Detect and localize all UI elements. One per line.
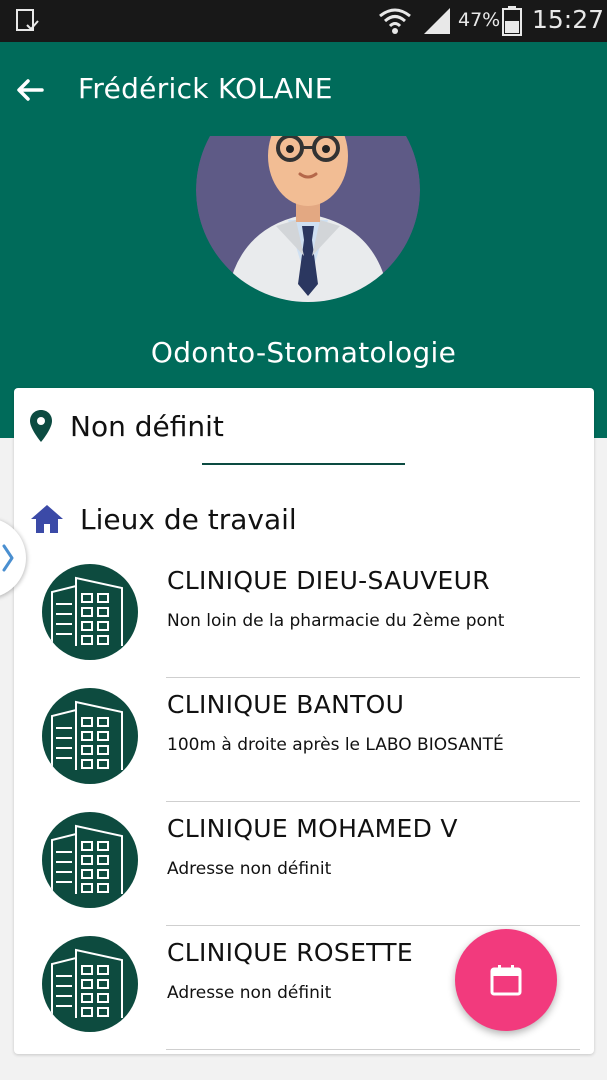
list-divider <box>166 1049 580 1050</box>
chevron-right-icon <box>2 544 14 572</box>
section-divider <box>202 463 405 465</box>
location-label: Non définit <box>70 410 224 443</box>
list-item[interactable]: CLINIQUE BANTOU 100m à droite après le L… <box>14 678 594 802</box>
building-icon <box>42 812 138 908</box>
workplace-address: Adresse non définit <box>167 983 332 1003</box>
list-item[interactable]: CLINIQUE DIEU-SAUVEUR Non loin de la pha… <box>14 554 594 678</box>
battery-percent: 47% <box>458 9 501 31</box>
workplace-name: CLINIQUE ROSETTE <box>167 938 413 967</box>
calendar-icon <box>490 965 522 996</box>
list-item[interactable]: CLINIQUE MOHAMED V Adresse non définit <box>14 802 594 926</box>
battery-icon <box>502 6 522 36</box>
clock: 15:27 <box>532 5 605 34</box>
map-pin-icon <box>30 410 52 442</box>
workplace-address: Non loin de la pharmacie du 2ème pont <box>167 611 505 631</box>
page-title: Frédérick KOLANE <box>78 72 333 105</box>
workplace-address: Adresse non définit <box>167 859 332 879</box>
workplace-name: CLINIQUE MOHAMED V <box>167 814 458 843</box>
notification-icon <box>16 9 39 31</box>
appointment-fab[interactable] <box>455 929 557 1031</box>
workplace-name: CLINIQUE DIEU-SAUVEUR <box>167 566 490 595</box>
workplace-address: 100m à droite après le LABO BIOSANTÉ <box>167 735 504 755</box>
doctor-avatar <box>196 136 420 302</box>
back-arrow-icon[interactable] <box>12 72 48 108</box>
wifi-icon <box>379 8 411 34</box>
building-icon <box>42 936 138 1032</box>
home-icon <box>31 505 63 533</box>
workplaces-heading: Lieux de travail <box>80 503 297 536</box>
building-icon <box>42 564 138 660</box>
specialty-label: Odonto-Stomatologie <box>150 336 457 369</box>
building-icon <box>42 688 138 784</box>
signal-icon <box>424 8 450 34</box>
profile-header: Frédérick KOLANE Odonto-Stomatologie <box>0 42 607 438</box>
status-bar: 47% 15:27 <box>0 0 607 42</box>
workplace-name: CLINIQUE BANTOU <box>167 690 405 719</box>
